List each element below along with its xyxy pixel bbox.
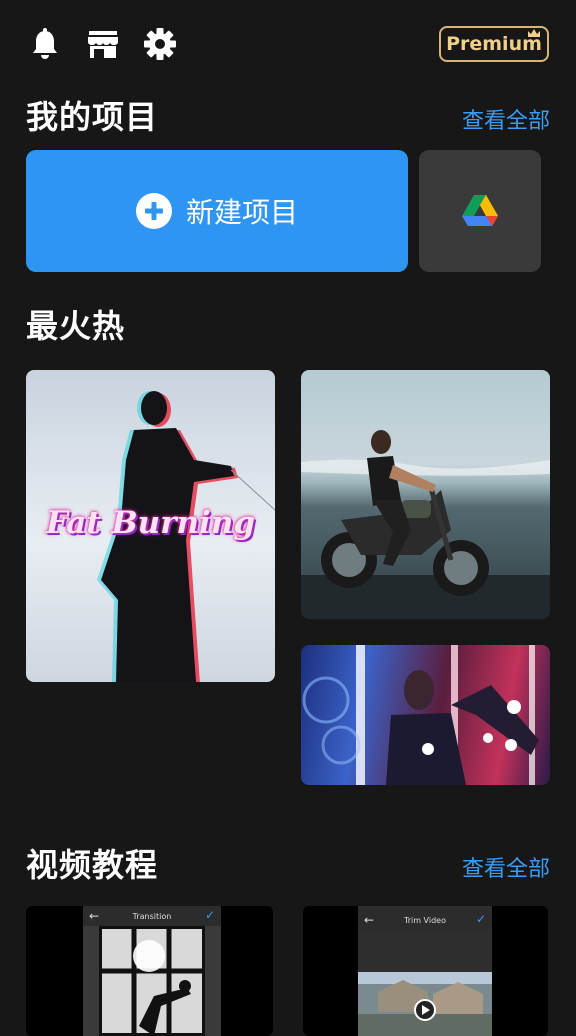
store-icon[interactable] xyxy=(85,26,121,62)
tutorial-preview-header: ← Transition ✓ xyxy=(83,906,221,926)
new-project-label: 新建项目 xyxy=(185,196,298,229)
tutorial-label: Transition xyxy=(132,911,172,921)
gear-icon[interactable] xyxy=(142,26,178,62)
plus-icon xyxy=(135,193,172,229)
bell-icon[interactable] xyxy=(27,26,63,62)
tutorial-card-trim-video[interactable]: ← Trim Video ✓ xyxy=(303,906,548,1036)
tutorial-preview-header: ← Trim Video ✓ xyxy=(358,910,492,930)
premium-button[interactable]: Premium xyxy=(439,26,549,62)
tutorial-thumbnail xyxy=(358,972,492,1036)
back-arrow-icon: ← xyxy=(89,909,100,923)
check-icon: ✓ xyxy=(475,912,486,926)
crown-icon xyxy=(528,29,540,37)
back-arrow-icon: ← xyxy=(364,913,375,927)
hot-title: 最火热 xyxy=(26,307,126,345)
template-thumbnail xyxy=(302,645,539,785)
my-projects-title: 我的项目 xyxy=(26,98,159,136)
tutorials-view-all-link[interactable]: 查看全部 xyxy=(462,851,550,883)
tutorial-thumbnail xyxy=(99,926,205,1036)
check-icon: ✓ xyxy=(204,908,215,922)
tutorial-card-transition[interactable]: ← Transition ✓ xyxy=(26,906,273,1036)
tutorials-title: 视频教程 xyxy=(26,846,159,884)
template-card-neon[interactable] xyxy=(301,645,550,785)
template-overlay-text: Fat Burning xyxy=(45,505,256,541)
google-drive-icon xyxy=(462,195,498,226)
template-card-motorcycle[interactable] xyxy=(301,370,550,619)
tutorial-preview: ← Transition ✓ xyxy=(83,906,221,1036)
template-card-fat-burning[interactable]: Fat Burning xyxy=(26,370,275,682)
my-projects-view-all-link[interactable]: 查看全部 xyxy=(462,103,550,135)
tutorial-preview: ← Trim Video ✓ xyxy=(358,906,492,1036)
new-project-button[interactable]: 新建项目 xyxy=(26,150,408,272)
google-drive-button[interactable] xyxy=(419,150,541,272)
template-thumbnail xyxy=(301,430,550,619)
tutorial-label: Trim Video xyxy=(404,915,446,925)
